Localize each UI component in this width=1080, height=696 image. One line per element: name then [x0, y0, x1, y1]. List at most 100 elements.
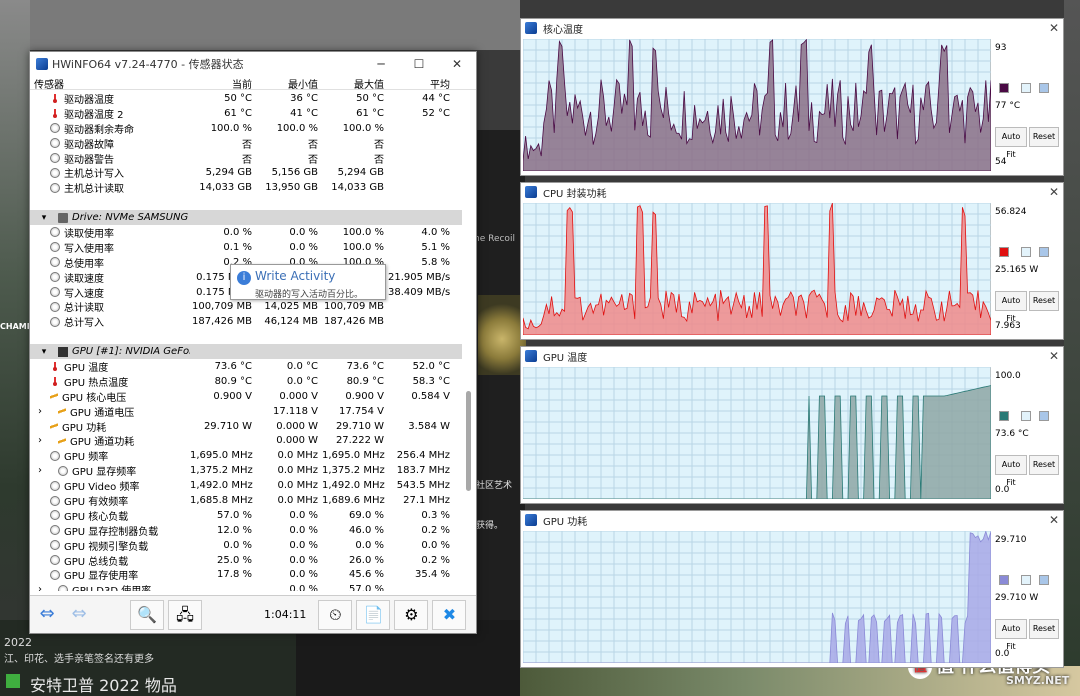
graph-title-bar[interactable]: CPU 封装功耗 ✕ [521, 183, 1063, 201]
collapse-arrows-icon[interactable]: ⇔ [64, 600, 94, 630]
header-avg[interactable]: 平均 [388, 76, 454, 91]
table-row[interactable]: GPU 温度 73.6 °C 0.0 °C 73.6 °C 52.0 °C [30, 359, 462, 374]
table-row[interactable]: GPU 频率 1,695.0 MHz 0.0 MHz 1,695.0 MHz 256.4… [30, 448, 462, 463]
bg-color-swatch[interactable] [1021, 247, 1031, 257]
color-swatch[interactable] [999, 411, 1009, 421]
reset-button[interactable]: Reset [1029, 127, 1059, 147]
table-row[interactable]: 总计写入 187,426 MB 46,124 MB 187,426 MB [30, 314, 462, 329]
auto-fit-button[interactable]: Auto Fit [995, 455, 1027, 487]
table-row[interactable]: 驱动器故障 否 否 否 [30, 136, 462, 151]
table-row[interactable]: GPU 总线负载 25.0 % 0.0 % 26.0 % 0.2 % [30, 553, 462, 568]
table-row[interactable]: › GPU 显存频率 1,375.2 MHz 0.0 MHz 1,375.2 MHz 18… [30, 463, 462, 478]
close-icon[interactable]: ✕ [1045, 185, 1063, 199]
table-row[interactable]: 写入使用率 0.1 % 0.0 % 100.0 % 5.1 % [30, 240, 462, 255]
table-row[interactable]: GPU 显存控制器负载 12.0 % 0.0 % 46.0 % 0.2 % [30, 523, 462, 538]
reset-button[interactable]: Reset [1029, 455, 1059, 475]
graph-title-bar[interactable]: GPU 温度 ✕ [521, 347, 1063, 365]
reset-button[interactable]: Reset [1029, 291, 1059, 311]
table-row[interactable]: 驱动器警告 否 否 否 [30, 151, 462, 166]
auto-fit-button[interactable]: Auto Fit [995, 127, 1027, 159]
color-swatch[interactable] [999, 247, 1009, 257]
section-header[interactable]: ▾ Drive: NVMe SAMSUNG M... [30, 210, 462, 226]
header-max[interactable]: 最大值 [322, 76, 388, 91]
table-row[interactable]: › GPU 通道电压 17.118 V 17.754 V [30, 404, 462, 419]
scrollbar-thumb[interactable] [466, 391, 471, 491]
expand-chevron-icon[interactable]: › [30, 465, 50, 476]
bg-color-swatch[interactable] [1021, 575, 1031, 585]
auto-fit-button[interactable]: Auto Fit [995, 619, 1027, 651]
auto-fit-button[interactable]: Auto Fit [995, 291, 1027, 323]
graph-window[interactable]: 核心温度 ✕ 93 77 °C Auto Fit Reset 54 [520, 18, 1064, 176]
table-row[interactable]: GPU 核心负载 57.0 % 0.0 % 69.0 % 0.3 % [30, 508, 462, 523]
log-file-icon[interactable]: 📄 [356, 599, 391, 630]
graph-title-bar[interactable]: GPU 功耗 ✕ [521, 511, 1063, 529]
scrollbar[interactable] [463, 91, 475, 591]
minimize-icon[interactable]: ─ [362, 57, 400, 71]
current-value: 0.0 % [223, 226, 252, 238]
header-sensor[interactable]: 传感器 [30, 76, 190, 91]
graph-window[interactable]: CPU 封装功耗 ✕ 56.824 25.165 W Auto Fit Reset 7.96… [520, 182, 1064, 340]
table-row[interactable]: GPU 显存使用率 17.8 % 0.0 % 45.6 % 35.4 % [30, 568, 462, 582]
sensor-name-cell: 驱动器剩余寿命 [30, 121, 190, 136]
header-min[interactable]: 最小值 [256, 76, 322, 91]
hwinfo-window[interactable]: HWiNFO64 v7.24-4770 - 传感器状态 ─ ☐ ✕ 传感器 当前… [29, 51, 477, 634]
table-row[interactable]: GPU Video 频率 1,492.0 MHz 0.0 MHz 1,492.0 MH… [30, 478, 462, 493]
table-row[interactable]: › GPU 通道功耗 0.000 W 27.222 W [30, 433, 462, 448]
sensor-list[interactable]: 驱动器温度 50 °C 36 °C 50 °C 44 °C 驱动器温度 2 61 °C 41 … [30, 91, 462, 591]
background-left-panel: CHAMPI [0, 0, 36, 696]
table-row[interactable]: › GPU D3D 使用率 0.0 % 57.0 % [30, 582, 462, 591]
header-current[interactable]: 当前 [190, 76, 256, 91]
graph-window[interactable]: GPU 功耗 ✕ 29.710 29.710 W Auto Fit Reset 0.0 [520, 510, 1064, 668]
reset-button[interactable]: Reset [1029, 619, 1059, 639]
settings-gear-icon[interactable]: ⚙ [394, 599, 429, 630]
table-row[interactable]: GPU 热点温度 80.9 °C 0.0 °C 80.9 °C 58.3 °C [30, 374, 462, 389]
table-row[interactable]: GPU 功耗 29.710 W 0.000 W 29.710 W 3.584 W [30, 419, 462, 434]
section-header[interactable]: ▾ GPU [#1]: NVIDIA GeForc... [30, 344, 462, 360]
sensor-icon [50, 525, 60, 536]
table-row[interactable]: 读取使用率 0.0 % 0.0 % 100.0 % 4.0 % [30, 225, 462, 240]
expand-arrows-icon[interactable]: ⇔ [32, 600, 62, 630]
table-row[interactable]: GPU 核心电压 0.900 V 0.000 V 0.900 V 0.584 V [30, 389, 462, 404]
grid-color-swatch[interactable] [1039, 575, 1049, 585]
bg-color-swatch[interactable] [1021, 411, 1031, 421]
network-icon[interactable]: 🖧 [168, 599, 202, 630]
current-value: 否 [242, 139, 252, 151]
search-icon[interactable]: 🔍 [130, 599, 164, 630]
table-row[interactable]: 驱动器剩余寿命 100.0 % 100.0 % 100.0 % [30, 121, 462, 136]
collapse-chevron-icon[interactable]: ▾ [30, 213, 58, 223]
close-icon[interactable]: ✕ [438, 57, 476, 71]
sensor-name-cell: GPU Video 频率 [30, 478, 190, 493]
close-icon[interactable]: ✕ [1045, 349, 1063, 363]
table-row[interactable]: GPU 有效频率 1,685.8 MHz 0.0 MHz 1,689.6 MHz 27.… [30, 493, 462, 508]
avg-value: 0.2 % [421, 524, 450, 536]
collapse-chevron-icon[interactable]: ▾ [30, 347, 58, 357]
title-bar[interactable]: HWiNFO64 v7.24-4770 - 传感器状态 ─ ☐ ✕ [30, 52, 476, 76]
table-row[interactable]: 主机总计读取 14,033 GB 13,950 GB 14,033 GB [30, 180, 462, 195]
grid-color-swatch[interactable] [1039, 411, 1049, 421]
color-swatch[interactable] [999, 83, 1009, 93]
expand-chevron-icon[interactable]: › [30, 406, 50, 417]
maximize-icon[interactable]: ☐ [400, 57, 438, 71]
min-value: 46,124 MB [264, 316, 318, 328]
clock-icon[interactable]: ⏲ [318, 599, 353, 630]
bg-color-swatch[interactable] [1021, 83, 1031, 93]
close-icon[interactable]: ✕ [1045, 21, 1063, 35]
table-row[interactable]: 驱动器温度 2 61 °C 41 °C 61 °C 52 °C [30, 106, 462, 121]
color-swatch[interactable] [999, 575, 1009, 585]
close-icon[interactable]: ✕ [1045, 513, 1063, 527]
table-row[interactable]: 主机总计写入 5,294 GB 5,156 GB 5,294 GB [30, 165, 462, 180]
avg-value: 543.5 MHz [396, 480, 450, 492]
sensor-icon [50, 555, 60, 566]
sensor-label: GPU 频率 [64, 452, 109, 464]
background-right-edge [1064, 0, 1080, 696]
expand-chevron-icon[interactable]: › [30, 584, 50, 591]
table-row[interactable]: GPU 视频引擎负载 0.0 % 0.0 % 0.0 % 0.0 % [30, 538, 462, 553]
table-row[interactable]: 总计读取 100,709 MB 14,025 MB 100,709 MB [30, 299, 462, 314]
table-row[interactable]: 驱动器温度 50 °C 36 °C 50 °C 44 °C [30, 91, 462, 106]
close-sensors-icon[interactable]: ✖ [432, 599, 467, 630]
grid-color-swatch[interactable] [1039, 247, 1049, 257]
grid-color-swatch[interactable] [1039, 83, 1049, 93]
graph-title-bar[interactable]: 核心温度 ✕ [521, 19, 1063, 37]
graph-window[interactable]: GPU 温度 ✕ 100.0 73.6 °C Auto Fit Reset 0.0 [520, 346, 1064, 504]
expand-chevron-icon[interactable]: › [30, 435, 50, 446]
